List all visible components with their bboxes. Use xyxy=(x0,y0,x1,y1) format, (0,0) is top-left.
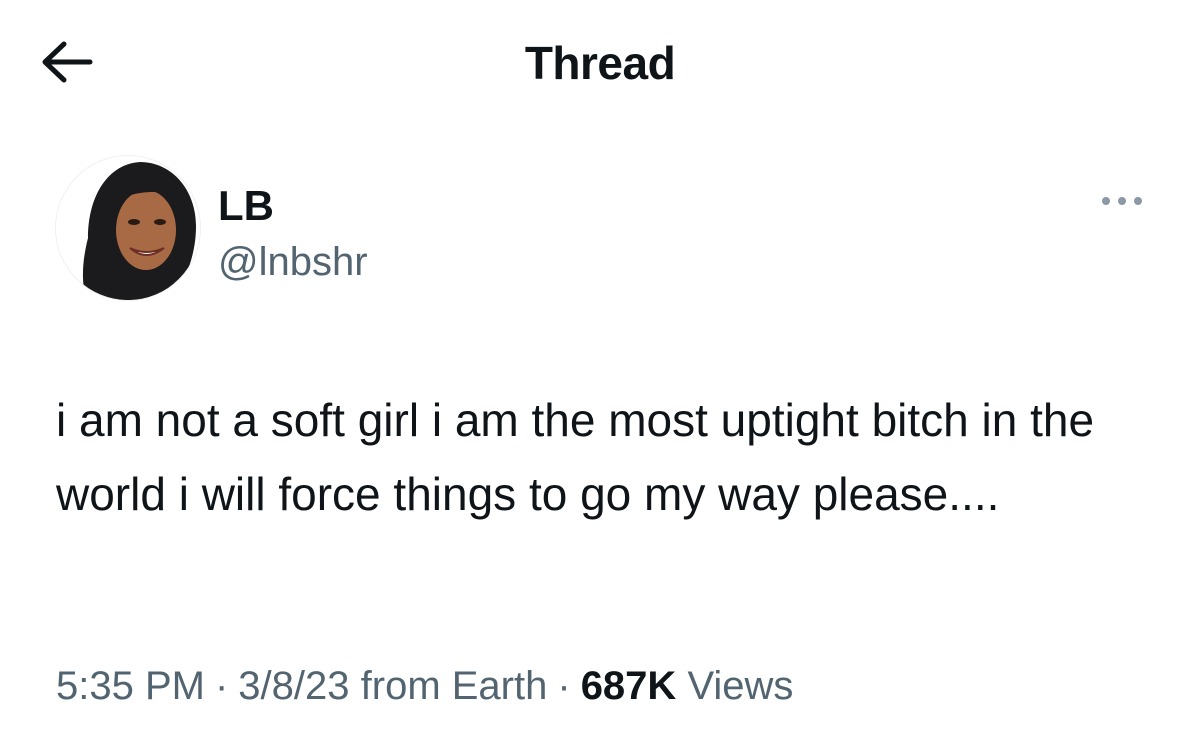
display-name[interactable]: LB xyxy=(218,182,274,230)
tweet-date[interactable]: 3/8/23 xyxy=(238,664,349,708)
tweet-text: i am not a soft girl i am the most uptig… xyxy=(56,394,1107,520)
separator: · xyxy=(557,664,571,708)
views-count[interactable]: 687K xyxy=(581,664,677,708)
avatar[interactable] xyxy=(56,156,200,300)
more-options-button[interactable] xyxy=(1092,186,1152,216)
more-horizontal-icon xyxy=(1102,197,1142,205)
user-handle[interactable]: @lnbshr xyxy=(218,240,368,285)
top-bar: Thread xyxy=(0,0,1200,130)
tweet-time[interactable]: 5:35 PM xyxy=(56,664,205,708)
tweet-source: from Earth xyxy=(360,664,548,708)
page-title: Thread xyxy=(524,37,676,89)
views-label[interactable]: Views xyxy=(687,664,793,708)
separator: · xyxy=(214,664,229,708)
tweet-metadata: 5:35 PM · 3/8/23 from Earth · 687K Views xyxy=(56,664,793,709)
tweet-author: LB @lnbshr xyxy=(56,156,1156,301)
avatar-portrait-icon xyxy=(56,156,200,300)
